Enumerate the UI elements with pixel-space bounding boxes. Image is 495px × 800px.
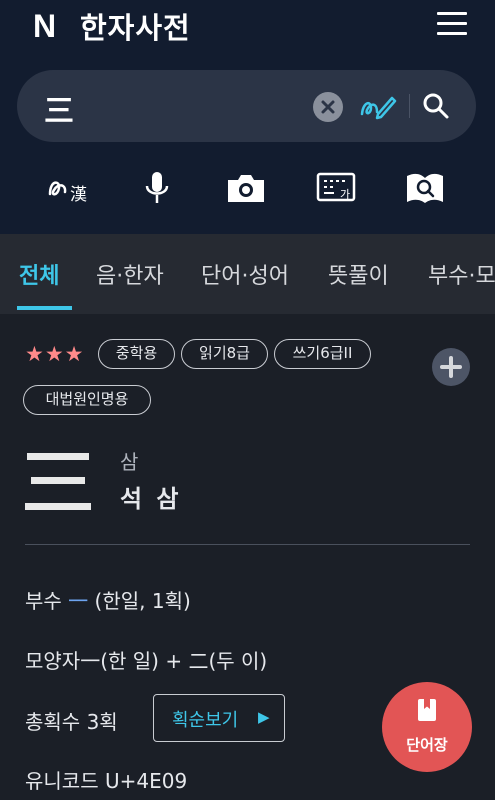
badge-name-usage: 대법원인명용 [23,385,151,415]
strokes-value: 3획 [86,710,118,734]
search-icon[interactable] [421,91,451,121]
search-divider [409,94,410,118]
importance-stars: ★★★ [25,342,85,366]
unicode-value: U+4E09 [104,769,188,793]
shape-row: 모양자一(한 일) + 二(두 이) [25,645,267,674]
shape-label: 모양자 [25,649,81,673]
app-title[interactable]: 한자사전 [80,5,191,47]
handwriting-pen-icon[interactable] [359,88,397,124]
hanja-meaning: 석 삼 [120,485,182,513]
section-divider [25,544,470,545]
tab-radical-shape[interactable]: 부수·모양 [428,258,495,290]
add-icon[interactable] [432,348,470,386]
strokes-row: 총획수 3획 [25,706,118,735]
badge-middle-school: 중학용 [98,339,175,369]
hanja-character [25,453,91,513]
book-search-icon[interactable] [401,166,449,210]
badge-writing-grade: 쓰기6급II [274,339,371,369]
shape-value: 一(한 일) + 二(두 이) [80,649,268,673]
svg-text:漢: 漢 [70,185,87,205]
naver-logo[interactable]: N [33,8,56,45]
hanja-reading: 삼 [120,450,139,474]
stroke-order-label: 획순보기 [172,710,239,731]
unicode-row: 유니코드 U+4E09 [25,765,187,794]
menu-icon[interactable] [437,10,467,36]
svg-text:가: 가 [340,188,350,201]
search-bar[interactable]: 三 [17,70,476,142]
tab-meaning[interactable]: 뜻풀이 [328,258,389,290]
active-tab-indicator [17,306,72,310]
play-icon: ▶ [258,708,270,726]
handwriting-hanja-icon[interactable]: 漢 [46,166,94,210]
radical-desc: (한일, 1획) [88,589,191,613]
keyboard-icon[interactable]: 가 [312,166,360,210]
unicode-label: 유니코드 [25,769,99,793]
tab-sound-hanja[interactable]: 음·한자 [96,258,164,290]
radical-link[interactable]: 一 [68,589,88,613]
stroke-order-button[interactable]: 획순보기 ▶ [153,694,285,742]
camera-icon[interactable] [222,166,270,210]
clear-icon[interactable] [313,92,343,122]
bookmark-book-icon [417,698,437,722]
radical-row: 부수 一 (한일, 1획) [25,585,191,614]
tab-words-idioms[interactable]: 단어·성어 [201,258,289,290]
wordbook-button[interactable]: 단어장 [382,682,472,772]
microphone-icon[interactable] [133,166,181,210]
app-header: N 한자사전 三 漢 가 [0,0,495,234]
tab-all[interactable]: 전체 [19,258,59,290]
search-input[interactable]: 三 [44,86,74,130]
badge-reading-grade: 읽기8급 [181,339,268,369]
wordbook-label: 단어장 [406,736,448,754]
tab-bar: 전체 음·한자 단어·성어 뜻풀이 부수·모양 [0,234,495,314]
radical-label: 부수 [25,589,62,613]
strokes-label: 총획수 [25,710,81,734]
